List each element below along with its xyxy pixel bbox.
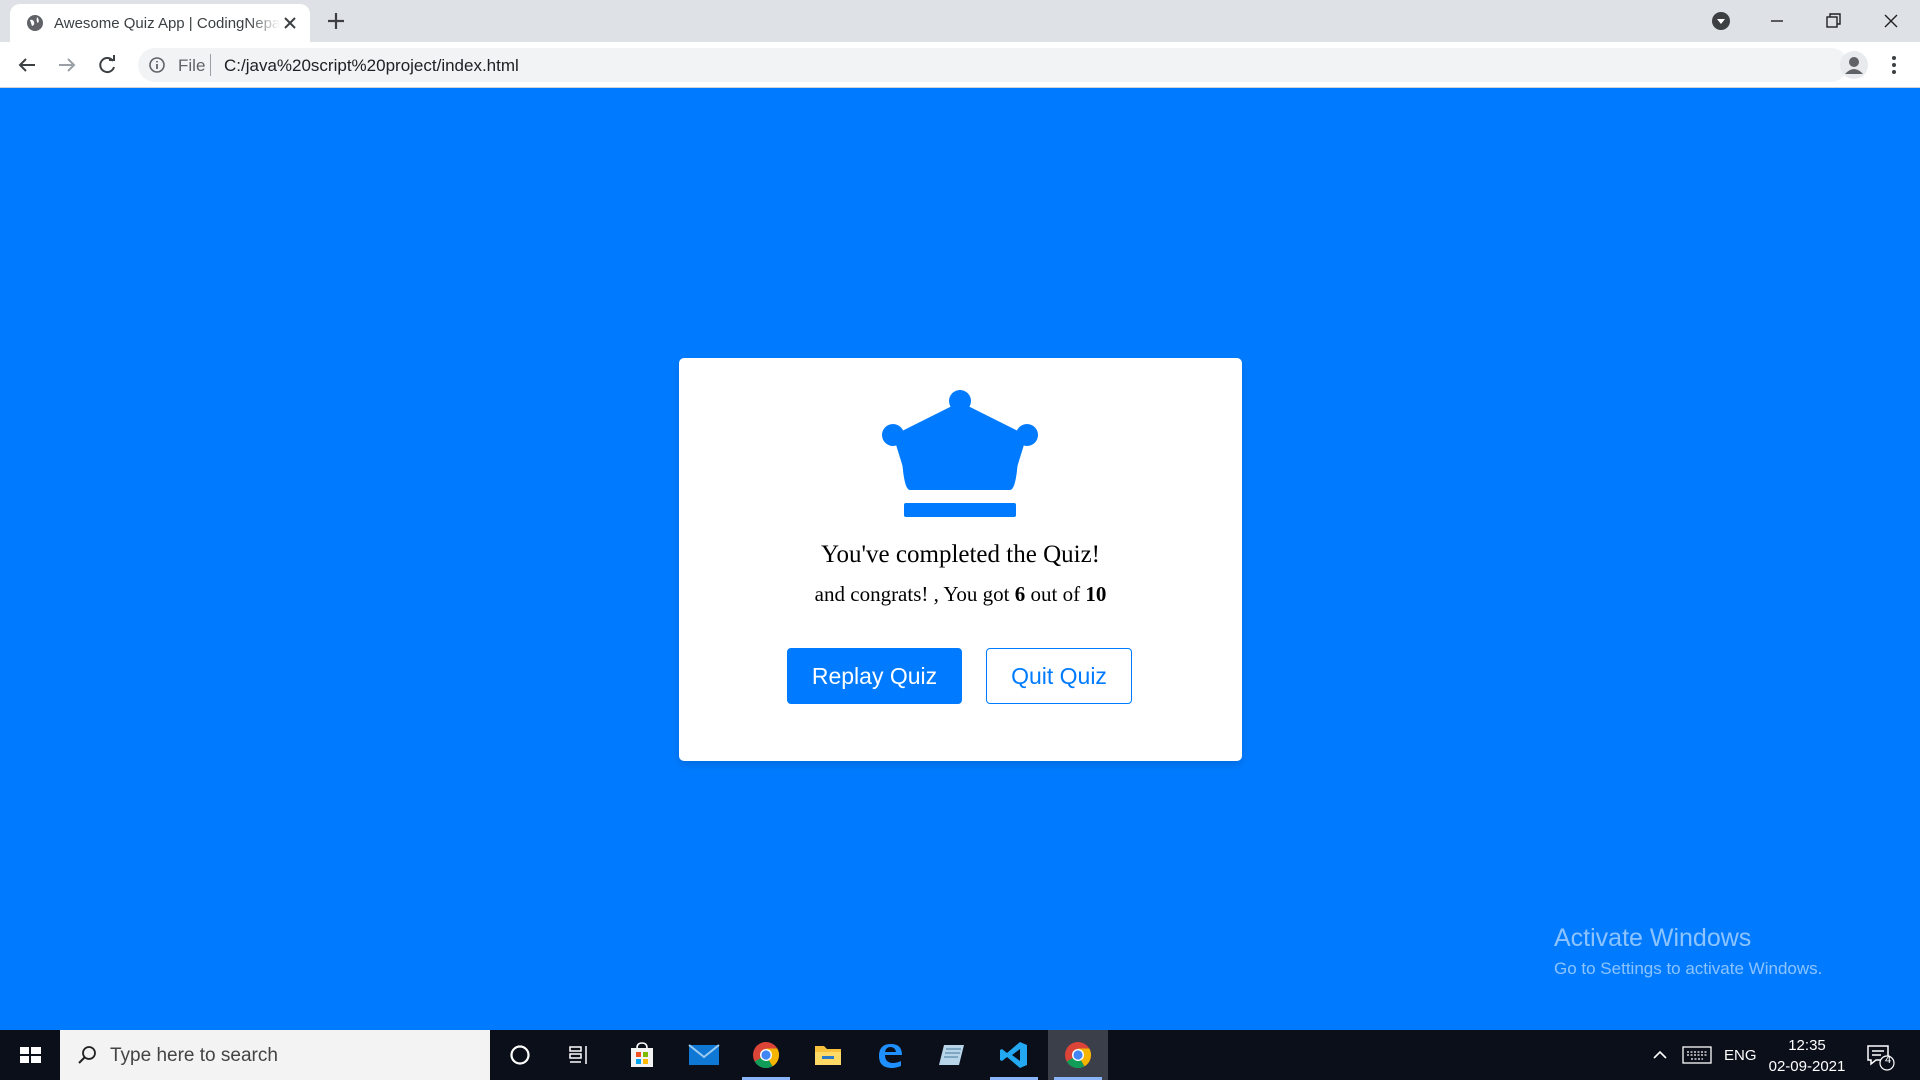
address-bar[interactable]: File C:/java%20script%20project/index.ht… (138, 48, 1848, 82)
reload-icon[interactable] (93, 51, 121, 79)
keyboard-icon (1682, 1046, 1712, 1064)
crown-icon (882, 390, 1038, 517)
close-window-icon[interactable] (1876, 6, 1906, 36)
input-language[interactable]: ENG (1724, 1030, 1757, 1080)
score-value: 6 (1014, 582, 1026, 606)
info-icon[interactable] (148, 56, 166, 74)
score-message: and congrats! , You got 6 out of 10 (679, 582, 1242, 607)
file-explorer-icon[interactable] (798, 1030, 858, 1080)
task-view-icon[interactable] (550, 1030, 610, 1080)
score-total: 10 (1085, 582, 1107, 606)
watermark-subtitle: Go to Settings to activate Windows. (1554, 959, 1823, 978)
search-placeholder: Type here to search (110, 1045, 278, 1066)
restore-icon[interactable] (1818, 6, 1848, 36)
notification-center-button[interactable]: 4 (1864, 1040, 1896, 1072)
minimize-icon[interactable] (1762, 6, 1792, 36)
person-icon (1845, 57, 1863, 74)
score-prefix: and congrats! , You got (814, 582, 1010, 606)
browser-tab-strip: Awesome Quiz App | CodingNepal (0, 0, 1920, 42)
page-viewport: You've completed the Quiz! and congrats!… (0, 88, 1920, 1030)
forward-icon[interactable] (53, 51, 81, 79)
windows-taskbar: Type here to search ENG 12:35 02-09-2021… (0, 1030, 1920, 1080)
store-icon[interactable] (612, 1030, 672, 1080)
activation-watermark: Activate Windows Go to Settings to activ… (1554, 924, 1822, 979)
mail-icon[interactable] (674, 1030, 734, 1080)
clock-time: 12:35 (1788, 1037, 1826, 1054)
globe-icon (27, 15, 43, 31)
edge-icon[interactable] (860, 1030, 920, 1080)
tab-title: Awesome Quiz App | CodingNepal (54, 15, 280, 32)
clock-date: 02-09-2021 (1768, 1058, 1846, 1075)
replay-quiz-button[interactable]: Replay Quiz (787, 648, 962, 704)
address-url[interactable]: C:/java%20script%20project/index.html (224, 56, 519, 76)
chrome-active-icon[interactable] (1048, 1030, 1108, 1080)
chevron-up-icon (1653, 1050, 1667, 1059)
close-tab-icon[interactable] (280, 13, 300, 33)
system-clock[interactable]: 12:35 02-09-2021 (1762, 1035, 1852, 1077)
show-hidden-icons-button[interactable] (1650, 1030, 1670, 1080)
chrome-icon[interactable] (736, 1030, 796, 1080)
windows-start-icon[interactable] (0, 1030, 60, 1080)
completion-message: You've completed the Quiz! (821, 541, 1100, 568)
taskbar-search-box[interactable]: Type here to search (60, 1030, 490, 1080)
search-icon (78, 1046, 96, 1064)
address-separator (210, 54, 211, 76)
back-icon[interactable] (13, 51, 41, 79)
address-scheme: File (178, 56, 206, 75)
new-tab-icon[interactable] (324, 9, 348, 33)
quit-quiz-button[interactable]: Quit Quiz (986, 648, 1132, 704)
more-menu-icon[interactable] (1882, 53, 1906, 77)
browser-toolbar: File C:/java%20script%20project/index.ht… (0, 42, 1920, 88)
watermark-title: Activate Windows (1554, 924, 1752, 952)
notepad-icon[interactable] (922, 1030, 982, 1080)
notification-count: 4 (1884, 1054, 1892, 1066)
touch-keyboard-button[interactable] (1682, 1030, 1712, 1080)
profile-avatar[interactable] (1840, 51, 1868, 79)
quiz-result-box: You've completed the Quiz! and congrats!… (679, 358, 1242, 761)
cortana-icon[interactable] (490, 1030, 550, 1080)
score-middle: out of (1030, 582, 1081, 606)
browser-tab[interactable]: Awesome Quiz App | CodingNepal (10, 4, 310, 42)
tab-search-icon[interactable] (1706, 6, 1736, 36)
vscode-icon[interactable] (984, 1030, 1044, 1080)
